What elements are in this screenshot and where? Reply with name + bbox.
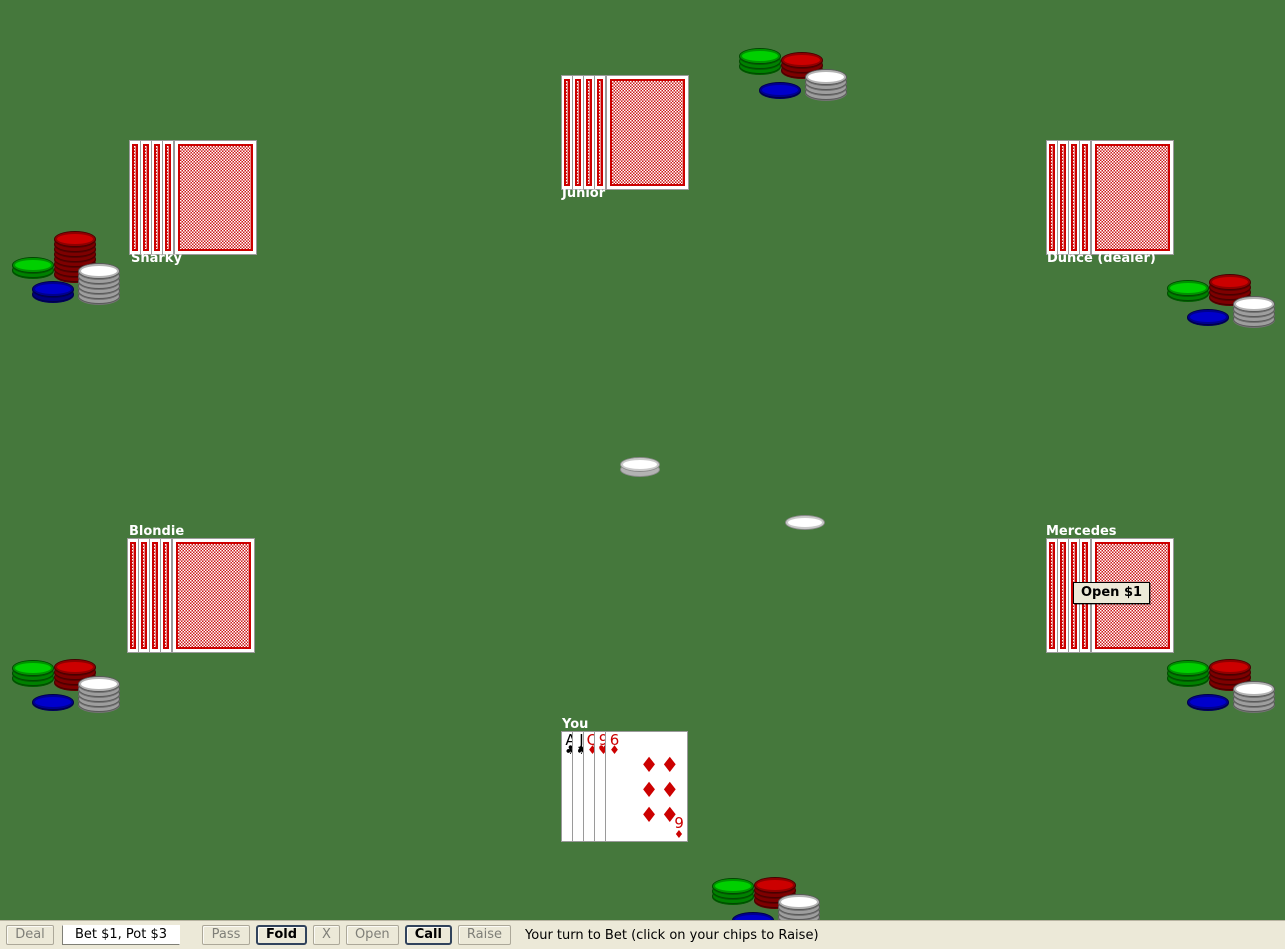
player-label-you: You (562, 717, 589, 732)
chips-junior[interactable] (735, 28, 850, 100)
card-back (1091, 140, 1174, 255)
chip[interactable] (54, 231, 96, 247)
card-back (594, 75, 606, 190)
card-pip: ♦ (639, 777, 659, 802)
card-back (172, 538, 255, 653)
action-tooltip-mercedes: Open $1 (1073, 582, 1151, 604)
chip-face (713, 879, 753, 893)
chip-face (33, 282, 73, 296)
chip-face (79, 264, 119, 278)
player-label-dunce: Dunce (dealer) (1047, 251, 1156, 266)
card-back (606, 75, 689, 190)
chip[interactable] (1167, 280, 1209, 296)
chips-mercedes[interactable] (1163, 640, 1278, 712)
chip[interactable] (78, 263, 120, 279)
chip-face (806, 70, 846, 84)
poker-table: Sharky Junior Dunce (dealer) Blondie Mer… (0, 0, 1285, 920)
chip[interactable] (739, 48, 781, 64)
chip[interactable] (759, 82, 801, 98)
bet-pot-field[interactable]: Bet $1, Pot $3 (62, 925, 180, 945)
player-label-sharky: Sharky (131, 251, 182, 266)
chip[interactable] (1187, 309, 1229, 325)
open-button[interactable]: Open (345, 925, 399, 945)
chip[interactable] (732, 912, 774, 920)
chip[interactable] (754, 877, 796, 893)
card-back (174, 140, 257, 255)
chip-face (1234, 682, 1274, 696)
chip[interactable] (54, 659, 96, 675)
chip-face (782, 53, 822, 67)
chip-face (33, 695, 73, 709)
chips-sharky[interactable] (8, 231, 123, 317)
chip[interactable] (1209, 274, 1251, 290)
chip-face (733, 913, 773, 920)
action-toolbar: Deal Bet $1, Pot $3 Pass Fold X Open Cal… (0, 920, 1285, 949)
chip-face (760, 83, 800, 97)
card-corner: 6 ♦ (609, 731, 620, 757)
player-label-mercedes: Mercedes (1046, 524, 1117, 539)
card-back (160, 538, 172, 653)
chips-dunce[interactable] (1163, 255, 1278, 327)
chip-face (1168, 281, 1208, 295)
x-button[interactable]: X (313, 925, 340, 945)
chip-face (740, 49, 780, 63)
pot-chips-2 (785, 503, 830, 531)
chips-blondie[interactable] (8, 640, 123, 712)
chip[interactable] (78, 676, 120, 692)
chip-face (1188, 310, 1228, 324)
chip[interactable] (32, 281, 74, 297)
raise-button[interactable]: Raise (457, 925, 512, 945)
card-pip: ♦ (639, 752, 659, 777)
chip[interactable] (712, 878, 754, 894)
chip-face (786, 516, 824, 529)
pot-chips-1 (620, 450, 665, 482)
chip[interactable] (778, 894, 820, 910)
pot-chip (785, 515, 825, 530)
card-corner-bottom: ♦ 6 (674, 813, 684, 840)
card-pip: ♦ (660, 752, 680, 777)
chip-face (13, 258, 53, 272)
player-label-blondie: Blondie (129, 524, 185, 539)
hand-junior[interactable] (561, 75, 691, 190)
chip-face (79, 677, 119, 691)
card-pip: ♦ (639, 802, 659, 827)
status-message: Your turn to Bet (click on your chips to… (525, 927, 819, 943)
card-back (162, 140, 174, 255)
card-pip: ♦ (660, 777, 680, 802)
chip-face (1210, 660, 1250, 674)
call-button[interactable]: Call (404, 925, 452, 945)
chip-face (1210, 275, 1250, 289)
chip[interactable] (32, 694, 74, 710)
card-back (1079, 140, 1091, 255)
deal-button[interactable]: Deal (6, 925, 54, 945)
chip-face (55, 232, 95, 246)
chip[interactable] (805, 69, 847, 85)
chip-face (621, 458, 659, 471)
chip[interactable] (12, 257, 54, 273)
chip[interactable] (781, 52, 823, 68)
hand-sharky[interactable] (129, 140, 259, 255)
chip[interactable] (1233, 296, 1275, 312)
hand-blondie[interactable] (127, 538, 257, 653)
chips-you[interactable] (708, 858, 823, 920)
chip-face (779, 895, 819, 909)
chip-face (1234, 297, 1274, 311)
chip-face (1188, 695, 1228, 709)
card-6-red[interactable]: 6 ♦ ♦ ♦ ♦ ♦ ♦ ♦ ♦ 6 (605, 731, 688, 842)
chip-face (55, 660, 95, 674)
pot-chip (620, 457, 660, 472)
chip[interactable] (1167, 660, 1209, 676)
chip-face (755, 878, 795, 892)
chip-face (13, 661, 53, 675)
chip-face (1168, 661, 1208, 675)
hand-you[interactable]: A♣J♠Q♦9♥6♦♦♦♦♦♦♦♦6 (561, 731, 691, 842)
chip[interactable] (1187, 694, 1229, 710)
chip[interactable] (12, 660, 54, 676)
chip[interactable] (1233, 681, 1275, 697)
pass-button[interactable]: Pass (202, 925, 250, 945)
chip[interactable] (1209, 659, 1251, 675)
player-label-junior: Junior (562, 186, 606, 201)
fold-button[interactable]: Fold (256, 925, 308, 945)
hand-dunce[interactable] (1046, 140, 1176, 255)
